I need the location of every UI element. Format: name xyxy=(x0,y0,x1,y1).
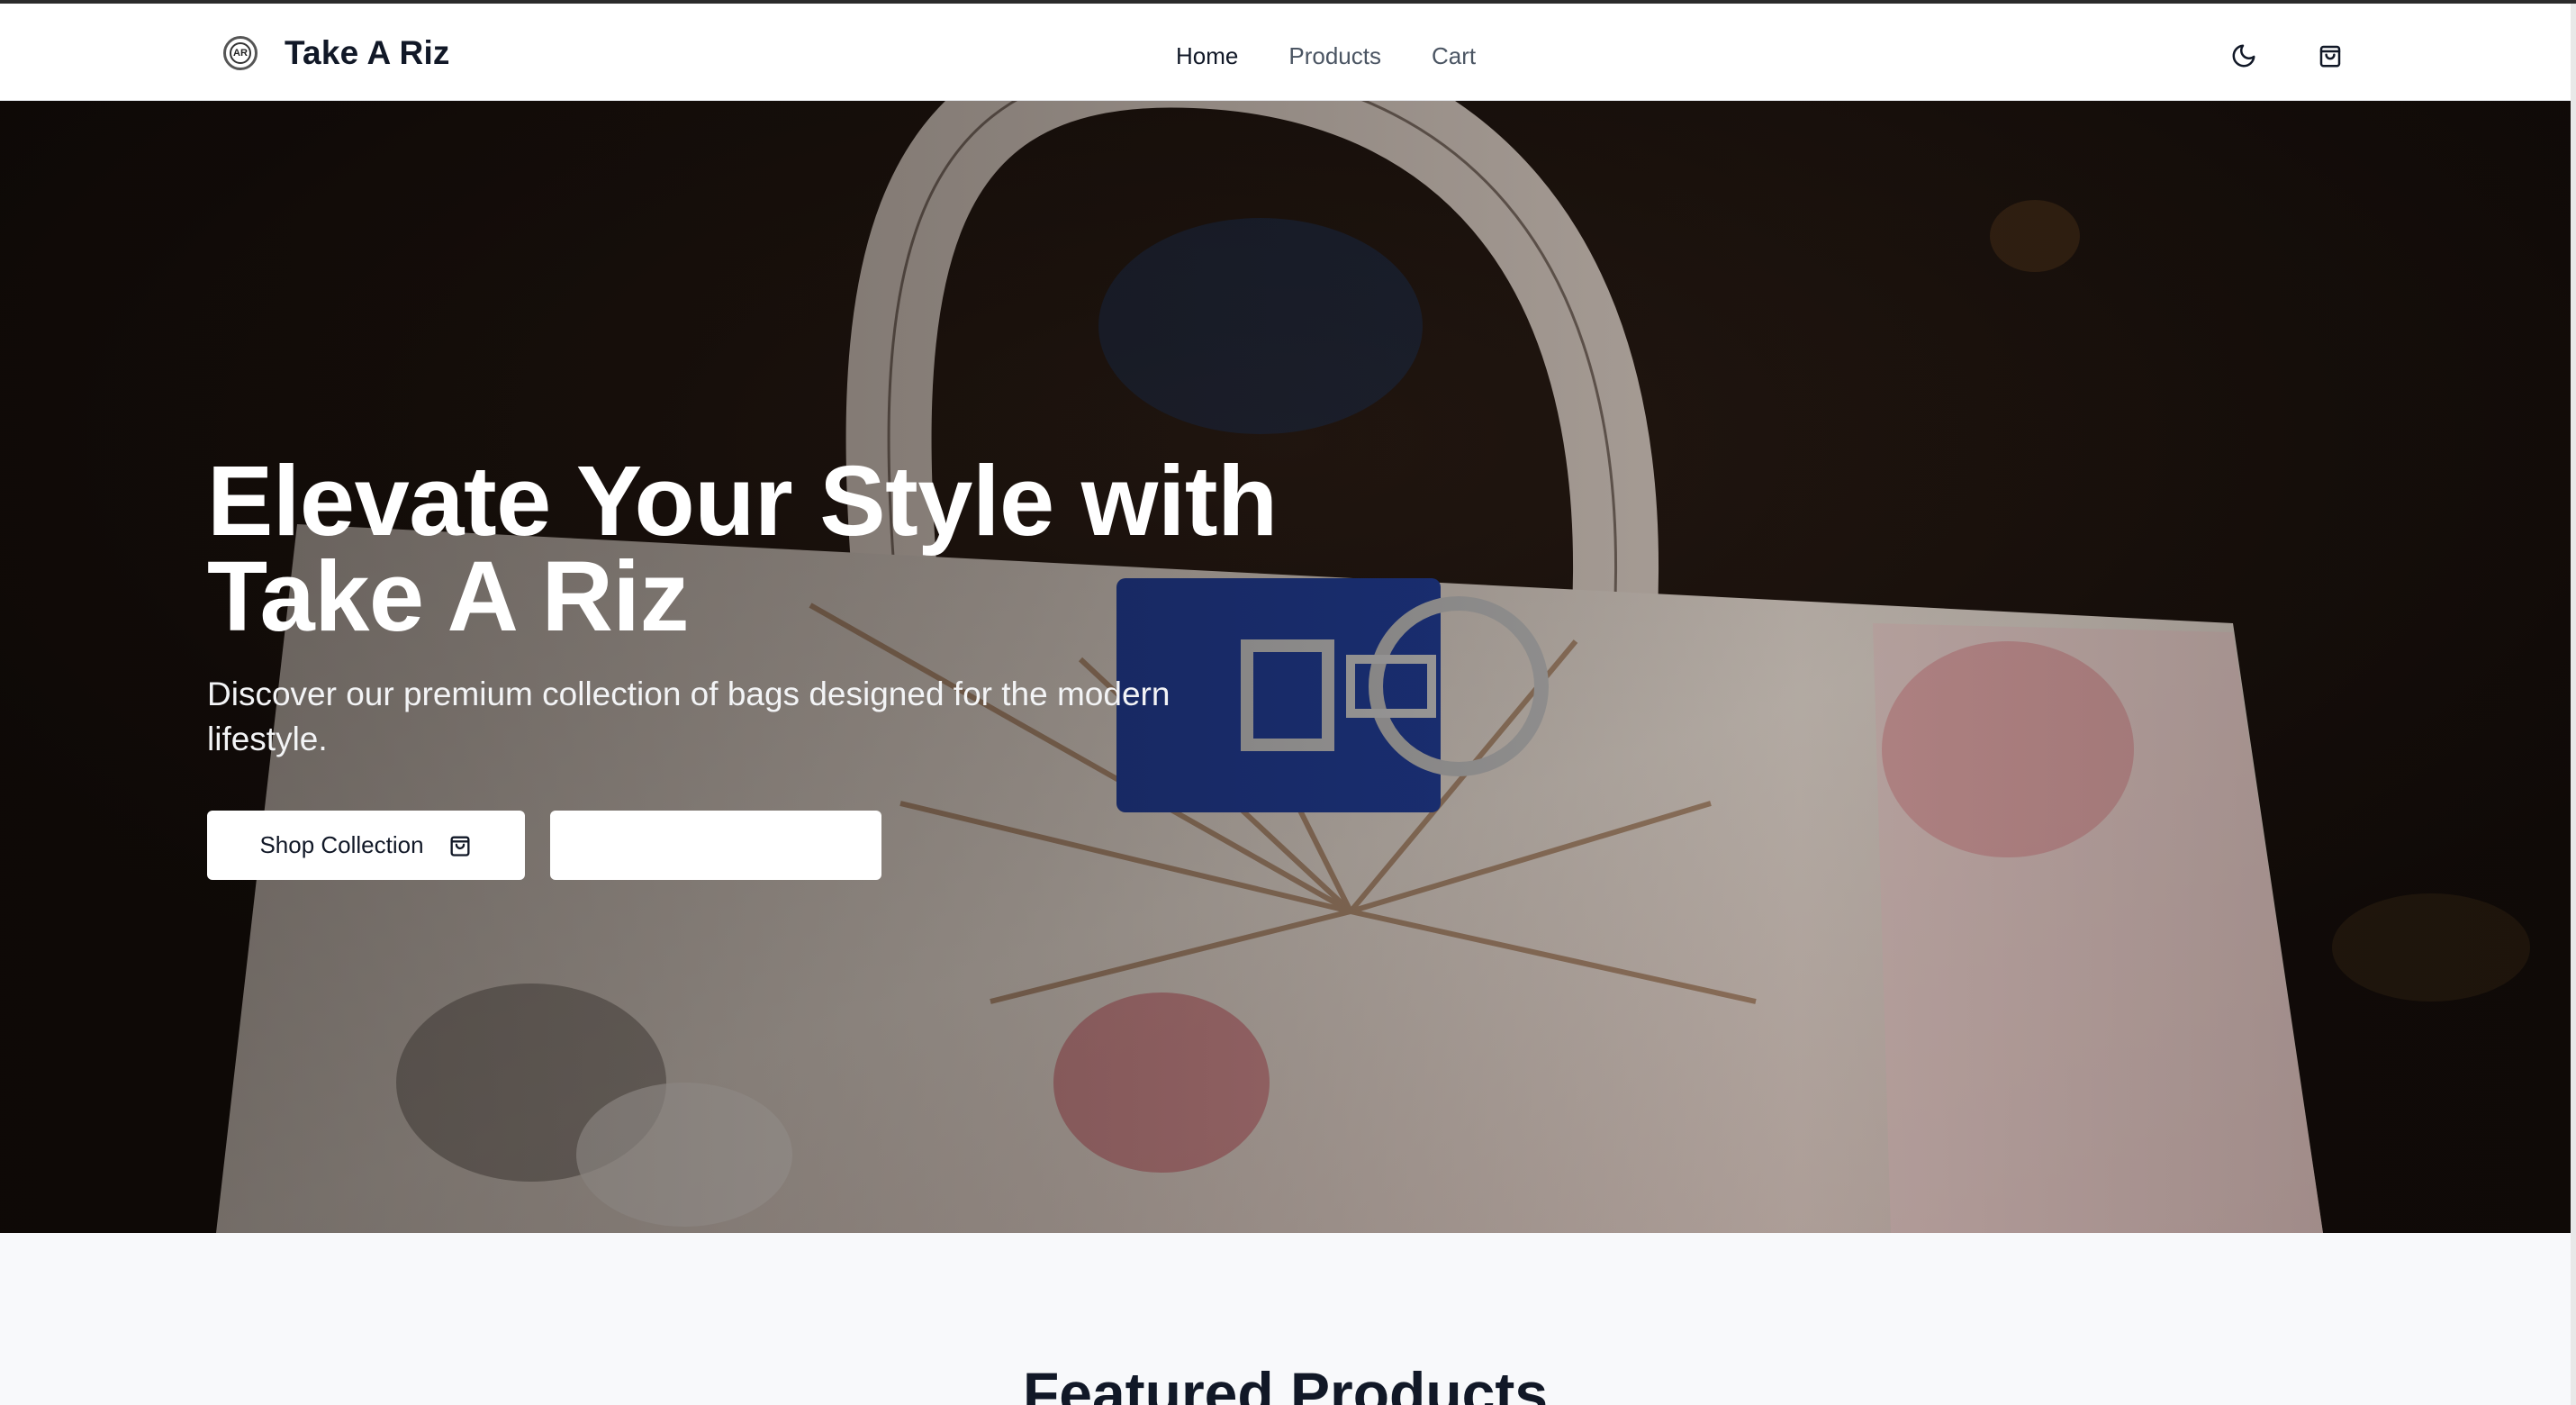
header-cart-button[interactable] xyxy=(2310,36,2350,76)
brand-logo-mark: AR xyxy=(230,42,251,64)
hero-section: Elevate Your Style with Take A Riz Disco… xyxy=(0,101,2571,1233)
nav-link-products[interactable]: Products xyxy=(1288,41,1381,70)
hero-title: Elevate Your Style with Take A Riz xyxy=(207,446,1278,652)
brand-name: Take A Riz xyxy=(285,34,450,71)
page: AR Take A Riz Home Products Cart Elevate… xyxy=(0,0,2576,1405)
secondary-hero-button[interactable] xyxy=(550,811,881,880)
shop-collection-label: Shop Collection xyxy=(259,831,424,858)
featured-products-section: Featured Products xyxy=(0,1233,2571,1405)
hero-content: Elevate Your Style with Take A Riz Disco… xyxy=(207,446,1378,880)
nav-link-home[interactable]: Home xyxy=(1176,41,1238,70)
page-scrollbar[interactable] xyxy=(2571,4,2576,1405)
main-nav: Home Products Cart xyxy=(1176,41,1526,70)
shopping-bag-icon xyxy=(2319,45,2341,68)
site-header: AR Take A Riz Home Products Cart xyxy=(0,4,2571,101)
moon-icon xyxy=(2232,44,2255,68)
featured-products-title: Featured Products xyxy=(1022,1360,1549,1405)
theme-toggle-button[interactable] xyxy=(2224,36,2264,76)
brand-logo: AR xyxy=(223,36,258,70)
hero-subtitle: Discover our premium collection of bags … xyxy=(207,675,1170,757)
hero-buttons: Shop Collection xyxy=(207,811,1378,880)
nav-link-cart[interactable]: Cart xyxy=(1432,41,1476,70)
shop-collection-button[interactable]: Shop Collection xyxy=(207,811,525,880)
shopping-bag-icon xyxy=(447,833,473,858)
brand[interactable]: AR Take A Riz xyxy=(223,34,450,72)
